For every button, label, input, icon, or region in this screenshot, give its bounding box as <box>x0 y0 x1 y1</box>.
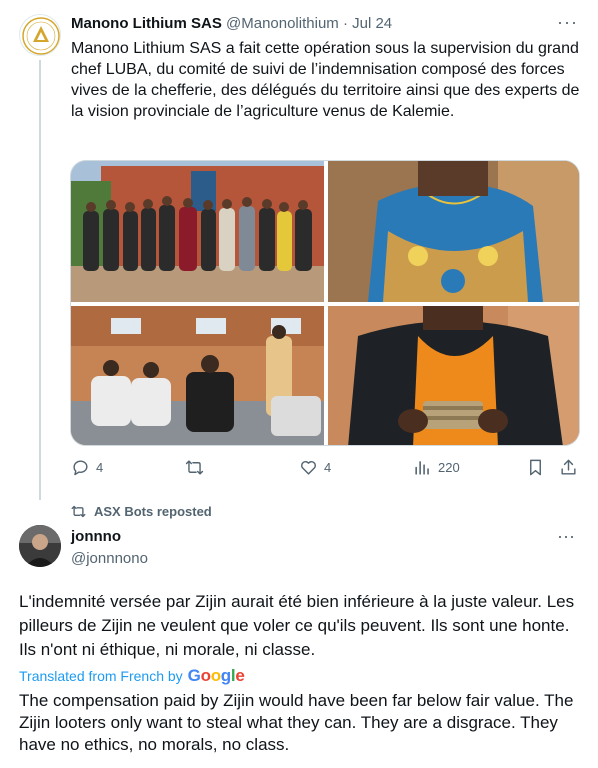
google-letter-o2: o <box>210 666 221 685</box>
user-photo-icon <box>19 525 61 567</box>
reply-icon <box>73 460 88 476</box>
repost-banner-text: ASX Bots reposted <box>94 504 212 519</box>
google-letter-o1: o <box>200 666 211 685</box>
tweet1-header: Manono Lithium SAS @Manonolithium · Jul … <box>71 14 392 34</box>
repost-banner[interactable]: ASX Bots reposted <box>71 504 212 519</box>
manono-logo-icon <box>22 17 60 55</box>
heart-icon <box>301 461 316 475</box>
analytics-icon <box>415 461 429 475</box>
repost-button[interactable] <box>185 458 210 477</box>
photo-man-banknotes[interactable] <box>328 306 579 445</box>
tweet2-text: L'indemnité versée par Zijin aurait été … <box>19 592 575 659</box>
photo-group-outside[interactable] <box>71 161 324 302</box>
google-logo: Google <box>188 666 245 686</box>
views-count: 220 <box>438 460 460 475</box>
thread-connector-line <box>39 60 41 500</box>
views-button[interactable]: 220 <box>413 458 460 477</box>
like-count: 4 <box>324 460 332 475</box>
tweet2-handle[interactable]: @jonnnono <box>71 550 148 567</box>
avatar-manono-lithium[interactable] <box>19 14 61 56</box>
tweet1-text: Manono Lithium SAS a fait cette opératio… <box>71 40 580 120</box>
google-letter-G: G <box>187 666 201 685</box>
share-icon <box>561 459 576 475</box>
bookmark-button[interactable] <box>526 458 545 477</box>
photo-meeting-room[interactable] <box>71 306 324 445</box>
tweet2-display-name[interactable]: jonnno <box>71 528 121 545</box>
tweet1-date[interactable]: Jul 24 <box>352 15 392 32</box>
repost-icon <box>71 505 86 518</box>
tweet1-handle[interactable]: @Manonolithium <box>226 15 339 32</box>
google-letter-e: e <box>235 666 245 685</box>
like-button[interactable]: 4 <box>299 458 331 477</box>
avatar-jonnno[interactable] <box>19 525 61 567</box>
google-letter-g: g <box>220 666 231 685</box>
tweet2-more-button[interactable]: ··· <box>557 526 581 546</box>
tweet1-media-grid <box>70 160 580 446</box>
translation-attribution[interactable]: Translated from French by Google <box>19 666 245 686</box>
reply-button[interactable]: 4 <box>71 458 103 477</box>
photo-woman-dress[interactable] <box>328 161 579 302</box>
tweet1-action-bar: 4 4 220 <box>71 458 581 486</box>
translated-from-label: Translated from French by <box>19 668 183 684</box>
tweet2-translation: The compensation paid by Zijin would hav… <box>19 691 574 754</box>
tweet1-more-button[interactable]: ··· <box>557 12 581 32</box>
tweet1-separator: · <box>342 15 348 32</box>
share-button[interactable] <box>559 458 578 477</box>
tweet1-display-name[interactable]: Manono Lithium SAS <box>71 15 222 32</box>
reply-count: 4 <box>96 460 104 475</box>
bookmark-icon <box>530 459 541 476</box>
repost-icon <box>185 460 204 475</box>
